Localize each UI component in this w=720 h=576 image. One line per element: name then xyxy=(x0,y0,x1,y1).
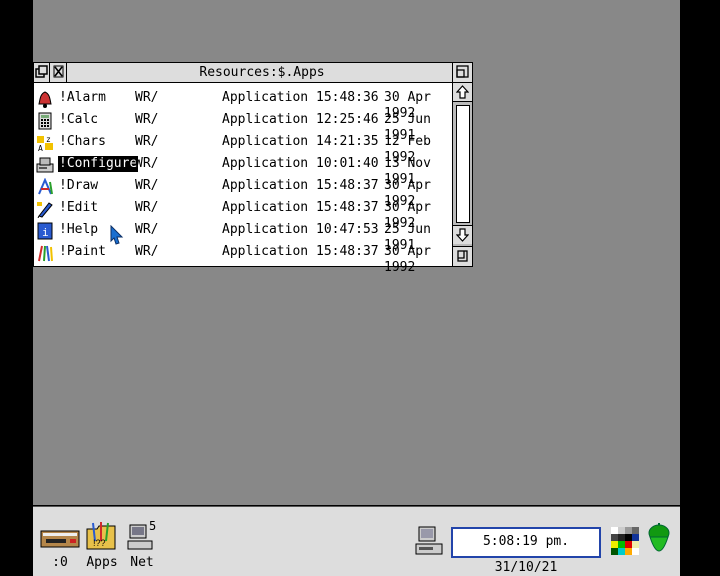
draw-icon xyxy=(38,178,53,195)
net-filer[interactable]: 5 Net xyxy=(125,513,159,573)
floppy-drive[interactable]: :0 xyxy=(38,513,82,573)
file-row[interactable]: !Edit WR/Application 15:48:37 30 Apr 1992 xyxy=(34,197,452,231)
configure-icon xyxy=(36,157,54,173)
file-type: Application xyxy=(222,222,309,237)
file-row[interactable]: Az !Chars WR/Application 14:21:35 12 Feb 199… xyxy=(34,131,452,165)
title-bar[interactable]: Resources:$.Apps xyxy=(34,63,472,83)
apps-directory[interactable]: !?? Apps xyxy=(83,513,121,573)
paint-brushes-icon xyxy=(38,245,53,262)
close-icon xyxy=(53,65,64,78)
file-access: WR/ xyxy=(135,156,159,171)
screen: Resources:$.Apps !Alarm WR/Application 15:… xyxy=(33,0,680,576)
back-icon xyxy=(35,65,48,78)
file-type: Application xyxy=(222,178,309,193)
edit-pen-icon xyxy=(37,202,53,218)
file-name: !Edit xyxy=(59,200,99,215)
scroll-thumb[interactable] xyxy=(456,105,470,223)
scroll-down-button[interactable] xyxy=(453,225,472,244)
chars-icon: Az xyxy=(37,135,53,152)
file-row[interactable]: i !Help WR/Application 10:47:53 25 Jun 1991 xyxy=(34,219,452,253)
file-time: 15:48:36 xyxy=(316,90,379,105)
arrow-up-icon xyxy=(456,85,469,99)
file-time: 15:48:37 xyxy=(316,200,379,215)
help-icon: i xyxy=(37,222,53,240)
file-access: WR/ xyxy=(135,178,159,193)
svg-text:!??: !?? xyxy=(93,538,106,548)
clock-display[interactable]: 5:08:19 pm. 31/10/21 xyxy=(451,527,601,575)
net-label: Net xyxy=(130,555,154,570)
net-station-badge: 5 xyxy=(149,519,157,533)
file-name: !Help xyxy=(59,222,99,237)
svg-text:i: i xyxy=(42,226,49,239)
vertical-scrollbar[interactable] xyxy=(452,83,472,266)
apps-label: Apps xyxy=(86,555,118,570)
file-name: !Calc xyxy=(59,112,99,127)
file-name: !Chars xyxy=(59,134,106,149)
arrow-down-icon xyxy=(456,228,469,242)
file-type: Application xyxy=(222,90,309,105)
file-type: Application xyxy=(222,200,309,215)
floppy-drive-label: :0 xyxy=(52,555,68,570)
mouse-pointer-icon xyxy=(110,225,124,245)
scroll-up-button[interactable] xyxy=(453,83,472,102)
file-name: !Configure xyxy=(58,156,139,172)
file-access: WR/ xyxy=(135,200,159,215)
file-row[interactable]: !Calc WR/Application 12:25:46 25 Jun 1991 xyxy=(34,109,452,143)
file-type: Application xyxy=(222,156,309,171)
file-row[interactable]: !Paint WR/Application 15:48:37 30 Apr 1992 xyxy=(34,241,452,275)
file-access: WR/ xyxy=(135,222,159,237)
file-time: 15:48:37 xyxy=(316,244,379,259)
file-name: !Paint xyxy=(59,244,106,259)
palette-icon[interactable] xyxy=(611,525,639,559)
desktop[interactable]: Resources:$.Apps !Alarm WR/Application 15:… xyxy=(33,0,680,505)
file-time: 14:21:35 xyxy=(316,134,379,149)
file-time: 12:25:46 xyxy=(316,112,379,127)
toggle-size-button[interactable] xyxy=(452,63,472,82)
file-time: 10:47:53 xyxy=(316,222,379,237)
resize-handle[interactable] xyxy=(453,246,472,266)
printer-computer-icon[interactable] xyxy=(415,525,445,559)
file-date: 30 Apr 1992 xyxy=(384,244,431,275)
file-type: Application xyxy=(222,244,309,259)
file-access: WR/ xyxy=(135,112,159,127)
window-title: Resources:$.Apps xyxy=(199,65,325,80)
file-type: Application xyxy=(222,134,309,149)
filer-window[interactable]: Resources:$.Apps !Alarm WR/Application 15:… xyxy=(33,62,473,275)
file-row[interactable]: !Alarm WR/Application 15:48:36 30 Apr 1992 xyxy=(34,87,452,121)
file-access: WR/ xyxy=(135,134,159,149)
svg-text:A: A xyxy=(38,144,43,152)
file-row[interactable]: !Draw WR/Application 15:48:37 30 Apr 1992 xyxy=(34,175,452,209)
icon-bar: :0 !?? Apps 5 Net 5:08:19 pm. 31/10/21 xyxy=(33,506,680,576)
svg-text:z: z xyxy=(46,135,51,144)
floppy-drive-icon xyxy=(40,530,80,548)
back-button[interactable] xyxy=(34,63,50,82)
alarm-bell-icon xyxy=(38,91,52,108)
acorn-task-manager-icon[interactable] xyxy=(647,523,671,563)
file-access: WR/ xyxy=(135,244,159,259)
toggle-size-icon xyxy=(456,65,469,78)
apps-folder-icon: !?? xyxy=(86,522,116,550)
calculator-icon xyxy=(38,112,52,130)
file-access: WR/ xyxy=(135,90,159,105)
file-row[interactable]: !Configure WR/Application 10:01:40 13 Nov 1… xyxy=(34,153,452,187)
close-button[interactable] xyxy=(51,63,67,82)
file-time: 10:01:40 xyxy=(316,156,379,171)
resize-icon xyxy=(457,250,468,262)
file-time: 15:48:37 xyxy=(316,178,379,193)
file-type: Application xyxy=(222,112,309,127)
file-name: !Draw xyxy=(59,178,99,193)
file-name: !Alarm xyxy=(59,90,106,105)
